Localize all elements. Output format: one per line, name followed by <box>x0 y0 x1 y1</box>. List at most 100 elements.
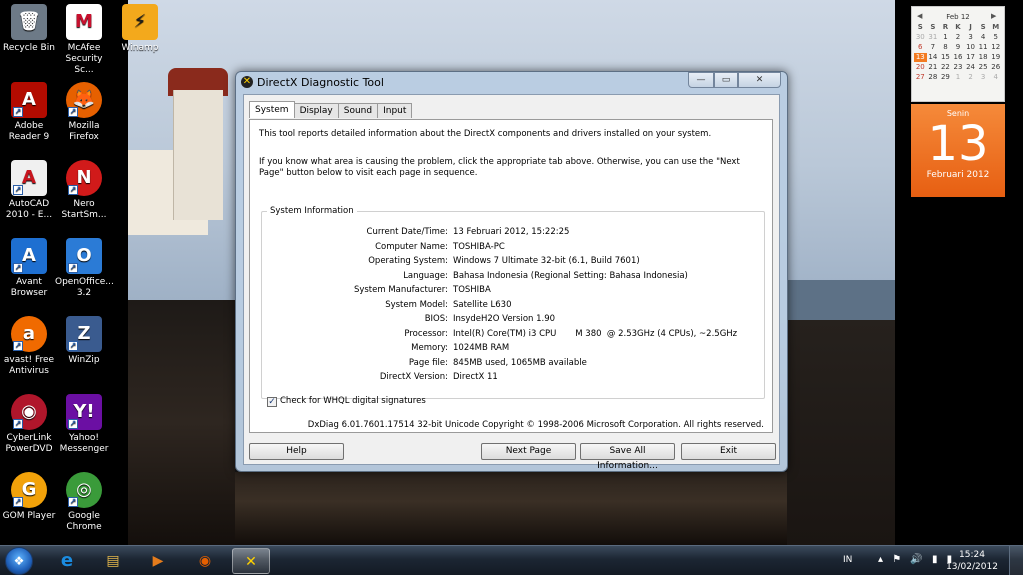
calendar-dow: S <box>917 23 923 31</box>
maximize-button[interactable]: ▭ <box>714 72 738 88</box>
calendar-day[interactable]: 19 <box>989 53 1002 62</box>
start-button[interactable]: ❖ <box>5 547 33 575</box>
calendar-day[interactable]: 16 <box>952 53 965 62</box>
media-player-icon[interactable]: ▶ <box>139 548 177 574</box>
calendar-day[interactable]: 4 <box>989 73 1002 82</box>
calendar-day[interactable]: 29 <box>939 73 952 82</box>
calendar-day[interactable]: 5 <box>989 33 1002 42</box>
calendar-day[interactable]: 24 <box>964 63 977 72</box>
desktop-icon-powerdvd[interactable]: ◉ ↗ CyberLink PowerDVD <box>0 394 58 455</box>
calendar-day[interactable]: 10 <box>964 43 977 52</box>
calendar-day[interactable]: 28 <box>927 73 940 82</box>
nero-glyph: N <box>76 167 92 188</box>
tray-icons[interactable]: ▴ ⚑ 🔊 ▮ ▮ <box>878 554 955 565</box>
desktop-icon-recycle-bin[interactable]: 🗑 Recycle Bin <box>0 4 58 54</box>
calendar-gadget[interactable]: ◀ Feb 12 ▶ S S R K J S M 30 31 1 2 3 4 5… <box>911 6 1005 199</box>
directx-icon[interactable]: ✕ <box>232 548 270 574</box>
calendar-day[interactable]: 2 <box>964 73 977 82</box>
tab-display[interactable]: Display <box>293 103 339 118</box>
calendar-day[interactable]: 12 <box>989 43 1002 52</box>
desktop-icon-avast[interactable]: a ↗ avast! Free Antivirus <box>0 316 58 377</box>
calendar-day[interactable]: 31 <box>927 33 940 42</box>
calendar-day[interactable]: 2 <box>952 33 965 42</box>
calendar-day[interactable]: 4 <box>977 33 990 42</box>
tab-sound[interactable]: Sound <box>337 103 379 118</box>
whql-checkbox[interactable]: ✓ <box>267 396 277 407</box>
desktop-icon-winamp[interactable]: ⚡ Winamp <box>111 4 169 54</box>
calendar-day[interactable]: 25 <box>977 63 990 72</box>
tab-input[interactable]: Input <box>377 103 413 118</box>
calendar-day[interactable]: 3 <box>977 73 990 82</box>
windows-explorer-icon[interactable]: ▤ <box>94 548 132 574</box>
tab-system[interactable]: System <box>249 101 295 118</box>
directx-diagnostic-window[interactable]: ✕ DirectX Diagnostic Tool — ▭ ✕ System D… <box>235 71 788 472</box>
whql-checkbox-label[interactable]: Check for WHQL digital signatures <box>280 396 426 407</box>
calendar-day[interactable]: 6 <box>914 43 927 52</box>
minimize-button[interactable]: — <box>688 72 714 88</box>
desktop-icon-autocad[interactable]: A ↗ AutoCAD 2010 - E... <box>0 160 58 221</box>
calendar-day[interactable]: 17 <box>964 53 977 62</box>
desktop-icon-nero[interactable]: N ↗ Nero StartSm... <box>55 160 113 221</box>
desktop-icon-gom-player[interactable]: G ↗ GOM Player <box>0 472 58 522</box>
save-all-information-button[interactable]: Save All Information... <box>580 443 675 471</box>
calendar-day[interactable]: 14 <box>927 53 940 62</box>
calendar-day[interactable]: 20 <box>914 63 927 72</box>
calendar-day[interactable]: 18 <box>977 53 990 62</box>
info-value: DirectX 11 <box>453 372 498 382</box>
chevron-right-icon[interactable]: ▶ <box>991 12 999 21</box>
help-button[interactable]: Help <box>249 443 344 460</box>
chevron-left-icon[interactable]: ◀ <box>917 12 925 21</box>
clock[interactable]: 15:24 13/02/2012 <box>945 549 999 573</box>
desktop-icon-winzip[interactable]: Z ↗ WinZip <box>55 316 113 366</box>
yahoo-messenger-icon: Y! ↗ <box>66 394 102 430</box>
next-page-button[interactable]: Next Page <box>481 443 576 460</box>
calendar-day[interactable]: 1 <box>952 73 965 82</box>
desktop-icon-openoffice[interactable]: O ↗ OpenOffice... 3.2 <box>55 238 114 299</box>
calendar-day[interactable]: 1 <box>939 33 952 42</box>
calendar-dow: K <box>955 23 961 31</box>
calendar-day[interactable]: 9 <box>952 43 965 52</box>
desktop-icon-avant-browser[interactable]: A ↗ Avant Browser <box>0 238 58 299</box>
calendar-day[interactable]: 7 <box>927 43 940 52</box>
calendar-day[interactable]: 11 <box>977 43 990 52</box>
calendar-dow: S <box>930 23 936 31</box>
calendar-day[interactable]: 23 <box>952 63 965 72</box>
calendar-day[interactable]: 30 <box>914 33 927 42</box>
calendar-day-view: Senin 13 Februari 2012 <box>911 104 1005 197</box>
version-copyright-text: DxDiag 6.01.7601.17514 32-bit Unicode Co… <box>307 420 764 430</box>
whql-checkbox-row[interactable]: ✓ Check for WHQL digital signatures <box>267 396 426 407</box>
desktop-icon-firefox[interactable]: 🦊 ↗ Mozilla Firefox <box>55 82 113 143</box>
internet-explorer-icon[interactable]: e <box>48 548 86 574</box>
desktop-icon-adobe-reader[interactable]: A ↗ Adobe Reader 9 <box>0 82 58 143</box>
nero-icon: N ↗ <box>66 160 102 196</box>
desktop-icon-label: Recycle Bin <box>3 43 55 53</box>
close-button[interactable]: ✕ <box>738 72 781 88</box>
shortcut-arrow-icon: ↗ <box>13 263 23 273</box>
desktop-icon-yahoo-messenger[interactable]: Y! ↗ Yahoo! Messenger <box>55 394 113 455</box>
window-titlebar[interactable]: ✕ DirectX Diagnostic Tool — ▭ ✕ <box>236 72 787 94</box>
tab-bar: System Display Sound Input <box>249 101 413 118</box>
firefox-icon[interactable]: ◉ <box>186 548 224 574</box>
desktop-icon-google-chrome[interactable]: ◎ ↗ Google Chrome <box>55 472 113 533</box>
calendar-day-today[interactable]: 13 <box>914 53 927 62</box>
desktop-icon-label: Adobe Reader 9 <box>8 121 50 142</box>
calendar-day[interactable]: 27 <box>914 73 927 82</box>
calendar-day[interactable]: 8 <box>939 43 952 52</box>
desktop-icon-label: Google Chrome <box>66 511 102 532</box>
calendar-day[interactable]: 26 <box>989 63 1002 72</box>
show-desktop-button[interactable] <box>1009 546 1023 575</box>
wallpaper-sea <box>787 280 895 320</box>
exit-button[interactable]: Exit <box>681 443 776 460</box>
desktop-icon-label: avast! Free Antivirus <box>3 355 55 376</box>
info-row-computer-name: Computer Name: TOSHIBA-PC <box>262 241 766 253</box>
info-value: Intel(R) Core(TM) i3 CPU M 380 @ 2.53GHz… <box>453 328 738 339</box>
calendar-dow: J <box>969 23 972 31</box>
info-key: BIOS: <box>424 314 448 324</box>
language-indicator[interactable]: IN <box>843 555 852 565</box>
calendar-day[interactable]: 15 <box>939 53 952 62</box>
calendar-day[interactable]: 21 <box>927 63 940 72</box>
calendar-day[interactable]: 3 <box>964 33 977 42</box>
calendar-day[interactable]: 22 <box>939 63 952 72</box>
desktop-icon-mcafee[interactable]: M McAfee Security Sc... <box>55 4 113 76</box>
group-label: System Information <box>267 206 357 216</box>
